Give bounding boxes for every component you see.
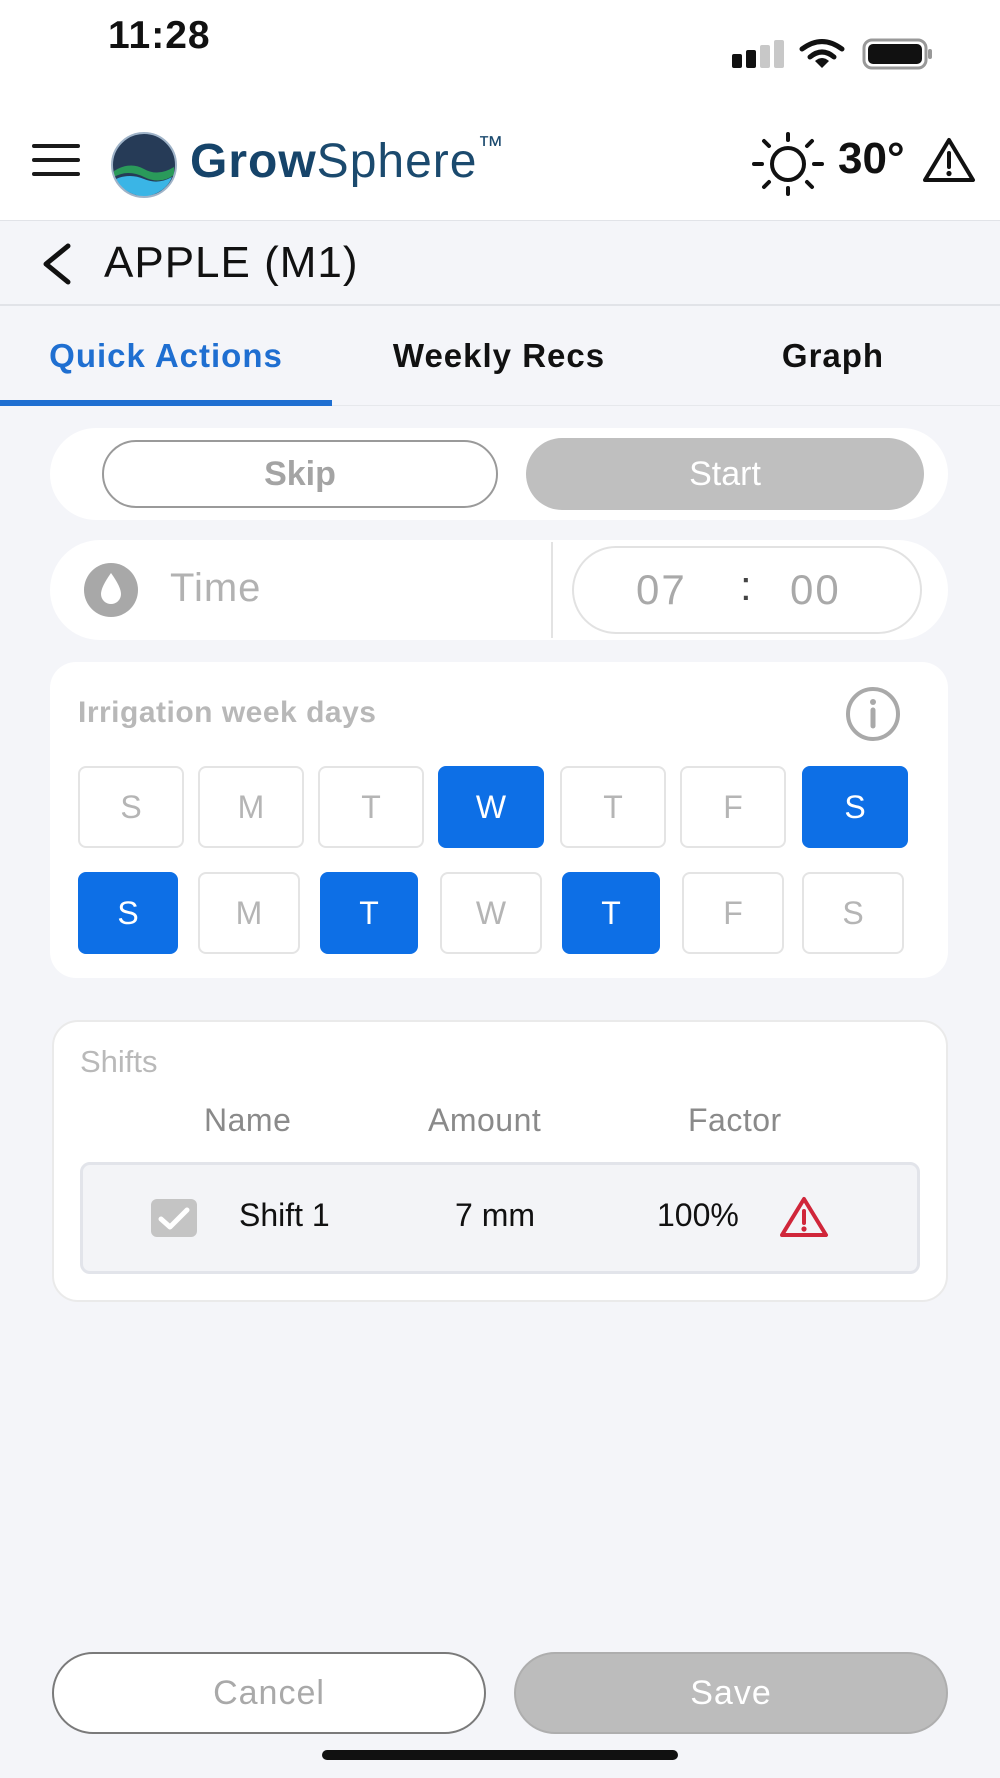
day-toggle[interactable]: F [682, 872, 784, 954]
temperature-readout: 30° [838, 134, 905, 183]
water-drop-icon [84, 563, 138, 617]
time-minutes[interactable]: 00 [790, 566, 841, 614]
time-separator: : [740, 562, 754, 609]
divider [551, 542, 553, 638]
day-toggle[interactable]: S [78, 872, 178, 954]
quick-action-card: Skip Start [50, 428, 948, 520]
active-tab-indicator [0, 400, 332, 406]
shift-checkbox[interactable] [151, 1199, 197, 1237]
shifts-title: Shifts [80, 1044, 158, 1079]
tab-graph[interactable]: Graph [666, 306, 1000, 406]
weekdays-row-2: S M T W T F S [78, 872, 908, 954]
time-label: Time [170, 566, 262, 610]
weekdays-row-1: S M T W T F S [78, 766, 908, 848]
day-toggle[interactable]: W [438, 766, 544, 848]
irrigation-weekdays-card: Irrigation week days S M T W T F S S M T… [50, 662, 948, 978]
tab-bar: Quick Actions Weekly Recs Graph [0, 306, 1000, 406]
time-setting-card: Time 07 : 00 [50, 540, 948, 640]
back-arrow-icon[interactable] [38, 242, 74, 286]
day-toggle[interactable]: M [198, 766, 304, 848]
weekdays-title: Irrigation week days [78, 696, 377, 729]
column-header-name: Name [204, 1102, 292, 1138]
day-toggle[interactable]: T [562, 872, 660, 954]
info-icon[interactable] [838, 686, 908, 742]
time-picker[interactable]: 07 : 00 [572, 546, 922, 634]
start-button[interactable]: Start [526, 438, 924, 510]
battery-icon [862, 38, 932, 70]
warning-icon[interactable] [922, 136, 976, 184]
sun-icon [752, 132, 824, 196]
brand-name: GrowSphere™ [190, 130, 505, 188]
shift-factor: 100% [657, 1197, 739, 1233]
status-bar: 11:28 [0, 0, 1000, 108]
day-toggle[interactable]: F [680, 766, 786, 848]
title-bar: APPLE (M1) [0, 222, 1000, 306]
day-toggle[interactable]: T [560, 766, 666, 848]
home-indicator[interactable] [322, 1750, 678, 1760]
status-time: 11:28 [108, 14, 211, 57]
column-header-factor: Factor [688, 1102, 782, 1138]
page-title: APPLE (M1) [104, 238, 359, 287]
day-toggle[interactable]: W [440, 872, 542, 954]
time-hours[interactable]: 07 [636, 566, 687, 614]
save-button[interactable]: Save [514, 1652, 948, 1734]
day-toggle[interactable]: T [320, 872, 418, 954]
shift-name: Shift 1 [239, 1197, 330, 1233]
app-header: GrowSphere™ 30° [0, 108, 1000, 221]
tab-quick-actions[interactable]: Quick Actions [0, 306, 332, 406]
cellular-signal-icon [732, 40, 784, 68]
day-toggle[interactable]: M [198, 872, 300, 954]
day-toggle[interactable]: S [78, 766, 184, 848]
shift-amount: 7 mm [455, 1197, 535, 1233]
warning-icon[interactable] [779, 1195, 829, 1239]
column-header-amount: Amount [428, 1102, 542, 1138]
logo-icon [111, 132, 177, 198]
hamburger-menu-icon[interactable] [32, 144, 80, 184]
day-toggle[interactable]: S [802, 766, 908, 848]
cancel-button[interactable]: Cancel [52, 1652, 486, 1734]
tab-weekly-recs[interactable]: Weekly Recs [332, 306, 666, 406]
checkmark-icon [158, 1207, 190, 1230]
day-toggle[interactable]: S [802, 872, 904, 954]
skip-button[interactable]: Skip [102, 440, 498, 508]
day-toggle[interactable]: T [318, 766, 424, 848]
table-row[interactable]: Shift 1 7 mm 100% [80, 1162, 920, 1274]
shifts-card: Shifts Name Amount Factor Shift 1 7 mm 1… [52, 1020, 948, 1302]
wifi-icon [799, 39, 845, 68]
